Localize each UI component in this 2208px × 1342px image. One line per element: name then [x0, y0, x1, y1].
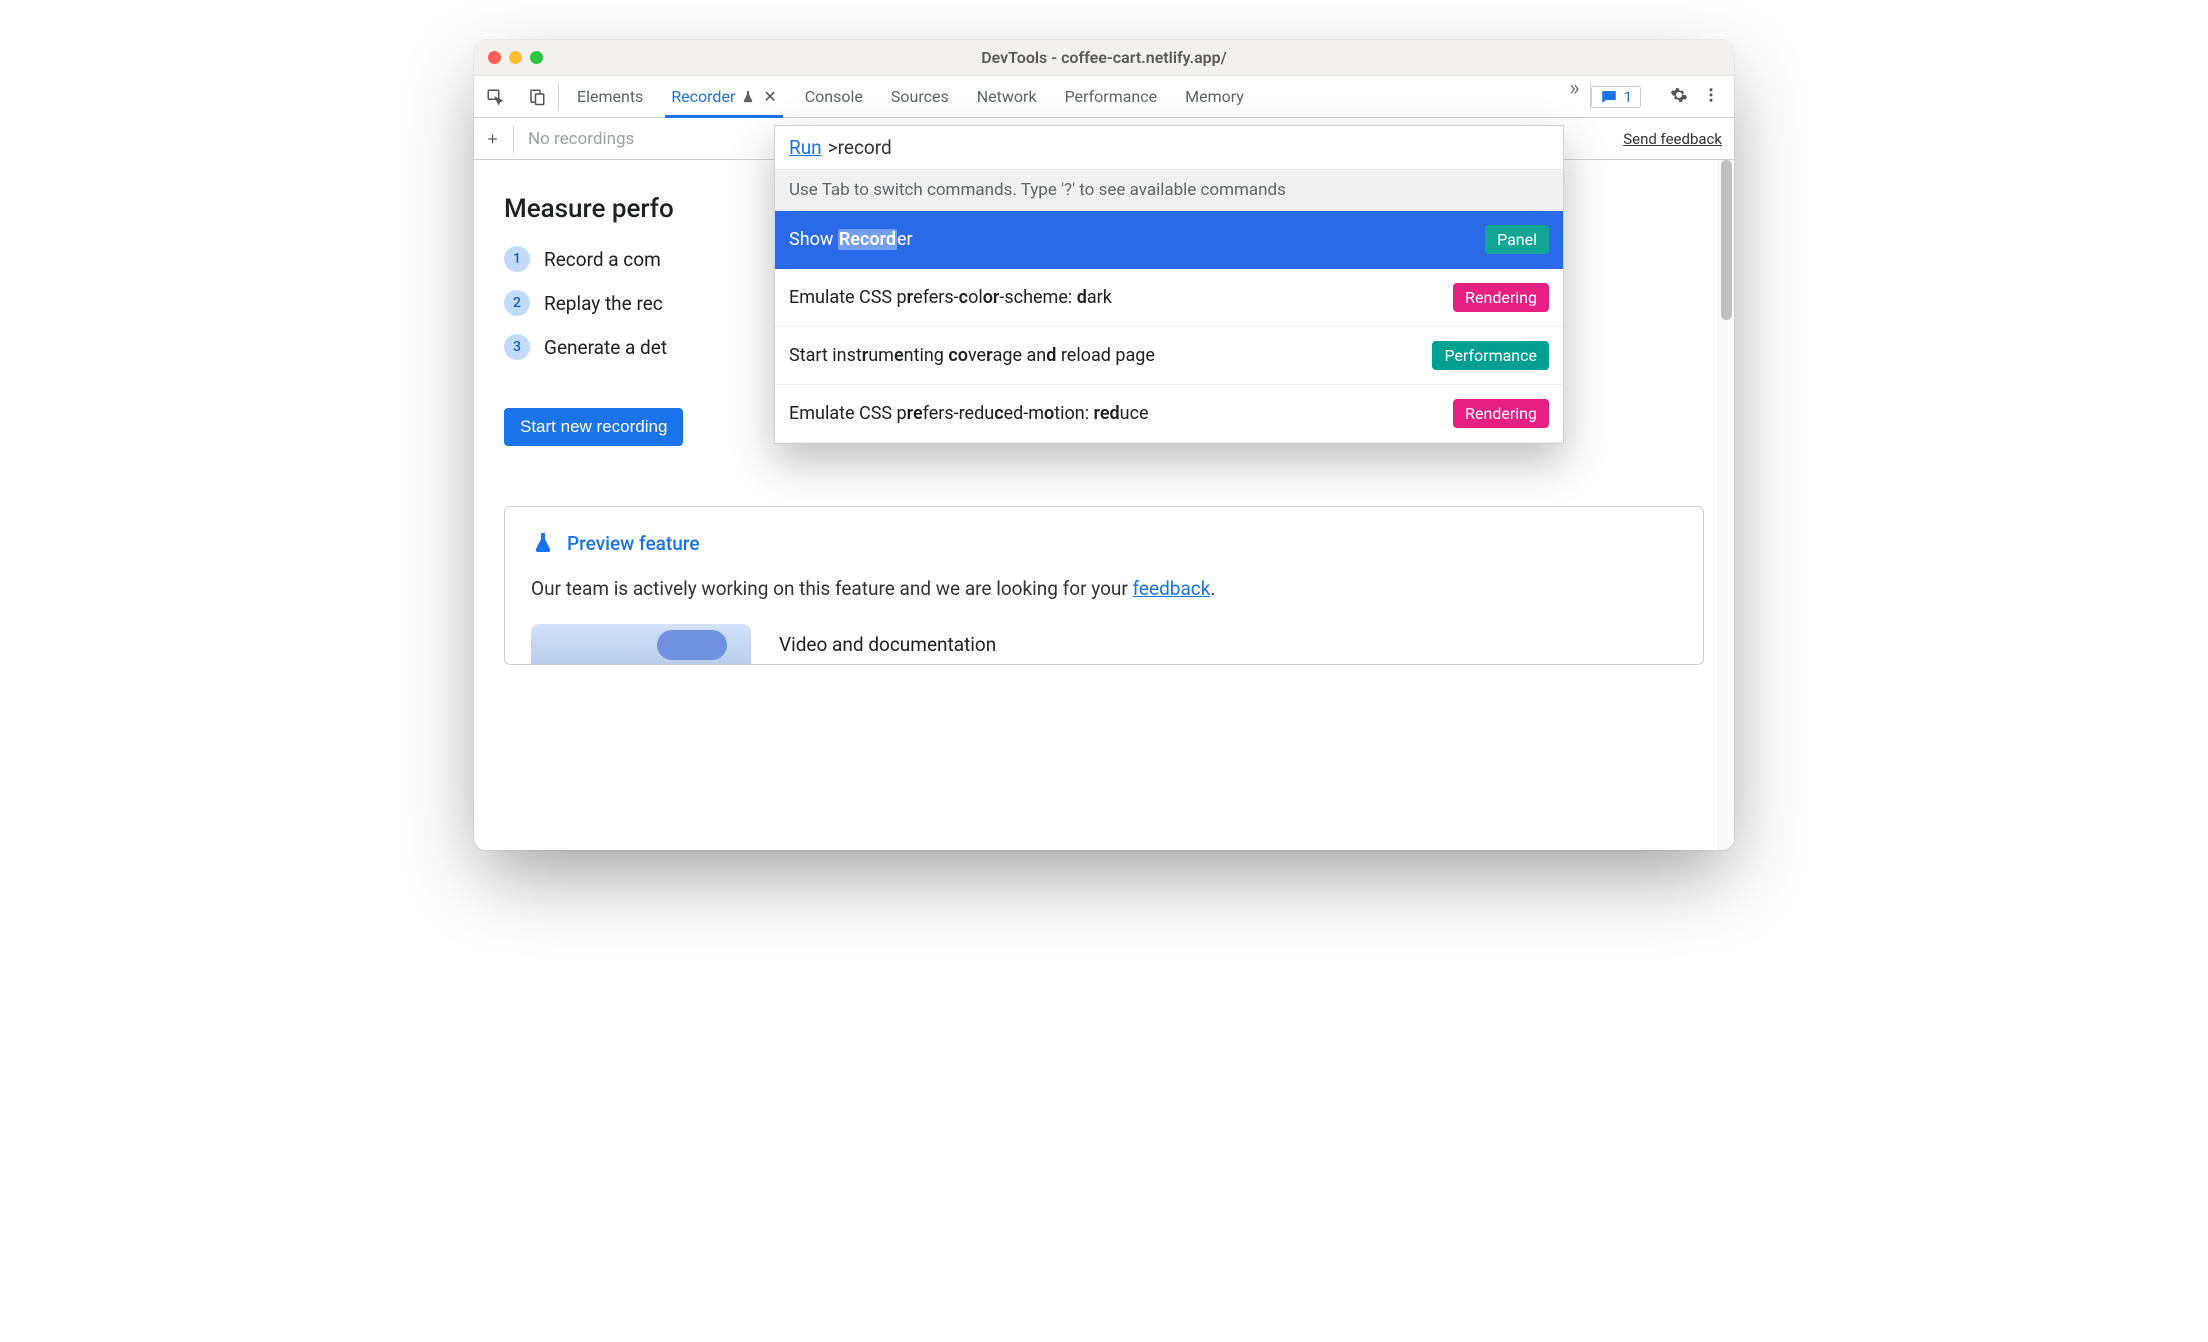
tab-sources[interactable]: Sources	[891, 76, 949, 117]
message-icon	[1600, 88, 1618, 106]
new-recording-icon[interactable]	[486, 125, 514, 153]
toolbar-right: 1	[1591, 76, 1734, 117]
scrollbar[interactable]	[1718, 160, 1734, 850]
command-item-label: Show Recorder	[789, 229, 1475, 250]
command-item-label: Emulate CSS prefers-color-scheme: dark	[789, 287, 1443, 308]
start-recording-button[interactable]: Start new recording	[504, 408, 683, 446]
step-text: Record a com	[544, 248, 661, 271]
settings-icon[interactable]	[1670, 86, 1688, 108]
command-item-label: Emulate CSS prefers-reduced-motion: redu…	[789, 403, 1443, 424]
device-toolbar-icon[interactable]	[516, 76, 558, 117]
step-number: 3	[504, 334, 530, 360]
command-item-badge: Rendering	[1453, 283, 1549, 312]
tab-label: Elements	[577, 87, 643, 106]
feedback-link[interactable]: feedback	[1133, 577, 1211, 600]
command-hint: Use Tab to switch commands. Type '?' to …	[775, 170, 1563, 211]
flask-icon	[741, 90, 755, 104]
preview-description: Our team is actively working on this fea…	[531, 577, 1677, 600]
step-number: 1	[504, 246, 530, 272]
tab-label: Sources	[891, 87, 949, 106]
messages-badge[interactable]: 1	[1591, 86, 1641, 108]
tab-label: Recorder	[671, 87, 735, 106]
command-query: >record	[828, 136, 892, 159]
tab-console[interactable]: Console	[805, 76, 863, 117]
preview-title: Preview feature	[567, 532, 700, 555]
tab-label: Performance	[1065, 87, 1158, 106]
command-item[interactable]: Emulate CSS prefers-color-scheme: dark Re…	[775, 269, 1563, 327]
main-toolbar: Elements Recorder ✕ Console Sources Network Pe…	[474, 76, 1734, 118]
window-title: DevTools - coffee-cart.netlify.app/	[474, 48, 1734, 67]
inspect-element-icon[interactable]	[474, 76, 516, 117]
preview-text-before: Our team is actively working on this fea…	[531, 577, 1133, 600]
media-row: Video and documentation	[531, 624, 1677, 664]
titlebar: DevTools - coffee-cart.netlify.app/	[474, 40, 1734, 76]
command-item-badge: Panel	[1485, 225, 1549, 254]
tab-recorder[interactable]: Recorder ✕	[671, 76, 776, 117]
step-number: 2	[504, 290, 530, 316]
recordings-empty-label: No recordings	[528, 129, 634, 149]
scrollbar-thumb[interactable]	[1721, 160, 1732, 320]
tab-label: Network	[977, 87, 1037, 106]
devtools-window: DevTools - coffee-cart.netlify.app/ Elem…	[474, 40, 1734, 850]
more-options-icon[interactable]	[1702, 86, 1720, 108]
tab-memory[interactable]: Memory	[1185, 76, 1244, 117]
command-item-label: Start instrumenting coverage and reload …	[789, 345, 1422, 366]
command-item-badge: Performance	[1432, 341, 1549, 370]
command-item[interactable]: Start instrumenting coverage and reload …	[775, 327, 1563, 385]
command-run-label: Run	[789, 136, 822, 159]
command-item[interactable]: Emulate CSS prefers-reduced-motion: redu…	[775, 385, 1563, 443]
command-item[interactable]: Show Recorder Panel	[775, 211, 1563, 269]
flask-icon	[531, 531, 555, 555]
command-item-badge: Rendering	[1453, 399, 1549, 428]
step-text: Generate a det	[544, 336, 667, 359]
preview-feature-card: Preview feature Our team is actively wor…	[504, 506, 1704, 665]
video-thumbnail[interactable]	[531, 624, 751, 664]
panel-tabs: Elements Recorder ✕ Console Sources Network Pe…	[559, 76, 1569, 117]
close-tab-icon[interactable]: ✕	[763, 87, 776, 106]
command-menu: Run >record Use Tab to switch commands. …	[774, 125, 1564, 444]
close-window-button[interactable]	[488, 51, 501, 64]
tab-performance[interactable]: Performance	[1065, 76, 1158, 117]
preview-text-after: .	[1210, 577, 1215, 600]
step-text: Replay the rec	[544, 292, 663, 315]
tab-network[interactable]: Network	[977, 76, 1037, 117]
tab-label: Console	[805, 87, 863, 106]
more-tabs-icon[interactable]: »	[1569, 76, 1579, 117]
media-title: Video and documentation	[779, 633, 996, 656]
traffic-lights	[488, 51, 543, 64]
tab-elements[interactable]: Elements	[577, 76, 643, 117]
command-input-row[interactable]: Run >record	[775, 126, 1563, 170]
preview-heading: Preview feature	[531, 531, 1677, 555]
tab-label: Memory	[1185, 87, 1244, 106]
fullscreen-window-button[interactable]	[530, 51, 543, 64]
minimize-window-button[interactable]	[509, 51, 522, 64]
send-feedback-link[interactable]: Send feedback	[1623, 130, 1722, 148]
messages-count: 1	[1624, 88, 1632, 106]
